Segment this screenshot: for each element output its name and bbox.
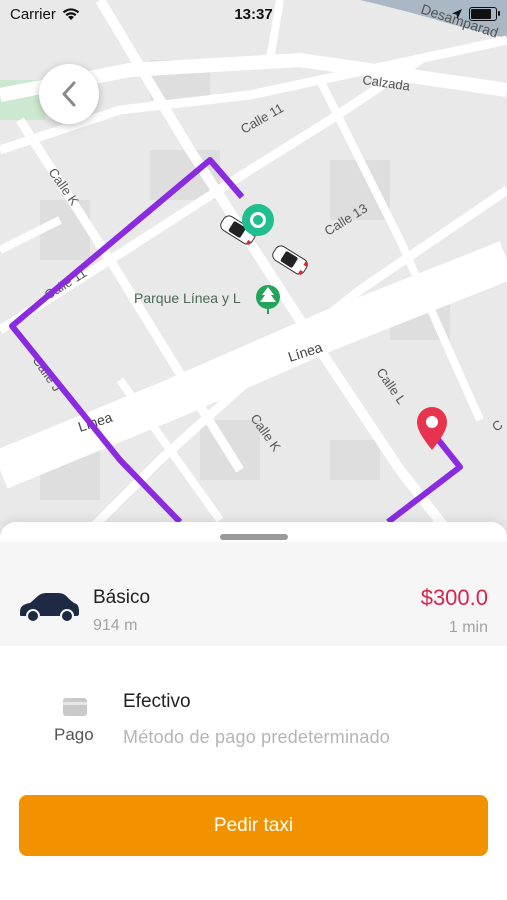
clock: 13:37 (234, 5, 273, 23)
ride-distance: 914 m (93, 617, 138, 634)
origin-marker-icon (242, 204, 274, 236)
back-button[interactable] (39, 64, 99, 124)
park-label: Parque Línea y L (134, 290, 241, 306)
drag-handle[interactable] (220, 534, 288, 540)
payment-method-subtitle: Método de pago predeterminado (123, 727, 390, 747)
status-bar: Carrier 13:37 (0, 0, 507, 28)
ride-eta: 1 min (448, 619, 488, 636)
bottom-sheet: Básico 914 m $300.0 1 min Pago Efectivo … (0, 522, 507, 900)
payment-method[interactable]: Efectivo (123, 691, 191, 713)
carrier-label: Carrier (10, 5, 56, 23)
wifi-icon (62, 7, 80, 20)
card-icon (63, 698, 87, 716)
request-taxi-button[interactable]: Pedir taxi (19, 795, 488, 856)
ride-price: $300.0 (420, 585, 488, 610)
battery-icon (469, 7, 500, 21)
chevron-left-icon (62, 81, 76, 107)
location-arrow-icon (452, 9, 462, 19)
payment-label[interactable]: Pago (54, 725, 94, 745)
ride-type-name: Básico (93, 587, 151, 608)
ride-option[interactable]: Básico 914 m $300.0 1 min (0, 542, 507, 646)
car-icon (20, 593, 79, 622)
